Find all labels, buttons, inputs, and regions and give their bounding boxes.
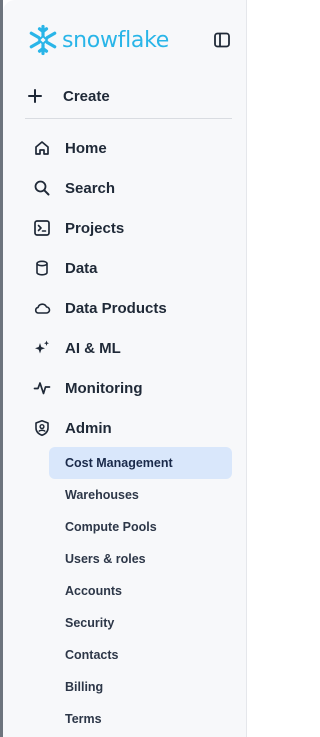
- nav-item-home[interactable]: Home: [3, 128, 247, 168]
- submenu-item-compute-pools[interactable]: Compute Pools: [3, 511, 247, 543]
- submenu-item-cost-management[interactable]: Cost Management: [3, 447, 247, 479]
- cloud-icon: [34, 303, 51, 314]
- submenu-item-billing[interactable]: Billing: [3, 671, 247, 703]
- submenu-label: Accounts: [65, 584, 122, 598]
- sidebar: snowflake Create Home Search Projects Da…: [3, 0, 247, 737]
- nav-item-monitoring[interactable]: Monitoring: [3, 368, 247, 408]
- submenu-item-warehouses[interactable]: Warehouses: [3, 479, 247, 511]
- nav-label: Monitoring: [65, 379, 143, 397]
- nav-label: Admin: [65, 419, 112, 437]
- submenu-label: Billing: [65, 680, 104, 694]
- submenu-label: Terms: [65, 712, 102, 726]
- submenu-item-contacts[interactable]: Contacts: [3, 639, 247, 671]
- submenu-label: Security: [65, 616, 115, 630]
- nav-item-data-products[interactable]: Data Products: [3, 288, 247, 328]
- nav-label: Data: [65, 259, 98, 277]
- nav-label: Home: [65, 139, 107, 157]
- admin-submenu: Cost Management Warehouses Compute Pools…: [3, 447, 247, 735]
- plus-icon: [28, 89, 42, 103]
- submenu-item-accounts[interactable]: Accounts: [3, 575, 247, 607]
- nav-item-projects[interactable]: Projects: [3, 208, 247, 248]
- divider: [25, 118, 232, 119]
- submenu-item-users-roles[interactable]: Users & roles: [3, 543, 247, 575]
- create-button[interactable]: Create: [27, 82, 110, 110]
- collapse-sidebar-button[interactable]: [211, 29, 233, 51]
- nav-label: Projects: [65, 219, 125, 237]
- activity-icon: [33, 382, 51, 395]
- nav-label: Search: [65, 179, 116, 197]
- nav-item-admin[interactable]: Admin: [3, 408, 247, 448]
- submenu-label: Cost Management: [65, 456, 173, 470]
- nav-label: Data Products: [65, 299, 167, 317]
- submenu-label: Users & roles: [65, 552, 146, 566]
- terminal-icon: [34, 220, 50, 236]
- submenu-item-terms[interactable]: Terms: [3, 703, 247, 735]
- sidebar-toggle-icon: [214, 32, 230, 48]
- nav-item-ai-ml[interactable]: AI & ML: [3, 328, 247, 368]
- submenu-label: Contacts: [65, 648, 119, 662]
- search-icon: [34, 180, 50, 196]
- sparkle-icon: [35, 340, 49, 354]
- submenu-label: Compute Pools: [65, 520, 157, 534]
- snowflake-logo-icon: [29, 24, 57, 56]
- shield-user-icon: [35, 420, 49, 437]
- main-nav: Home Search Projects Data Data Products …: [3, 128, 247, 448]
- submenu-label: Warehouses: [65, 488, 139, 502]
- brand-logo[interactable]: snowflake: [27, 24, 169, 56]
- nav-item-search[interactable]: Search: [3, 168, 247, 208]
- brand-name: snowflake: [62, 27, 169, 53]
- home-icon: [35, 141, 49, 155]
- submenu-item-security[interactable]: Security: [3, 607, 247, 639]
- nav-item-data[interactable]: Data: [3, 248, 247, 288]
- nav-label: AI & ML: [65, 339, 121, 357]
- database-icon: [36, 260, 48, 276]
- create-label: Create: [63, 87, 110, 105]
